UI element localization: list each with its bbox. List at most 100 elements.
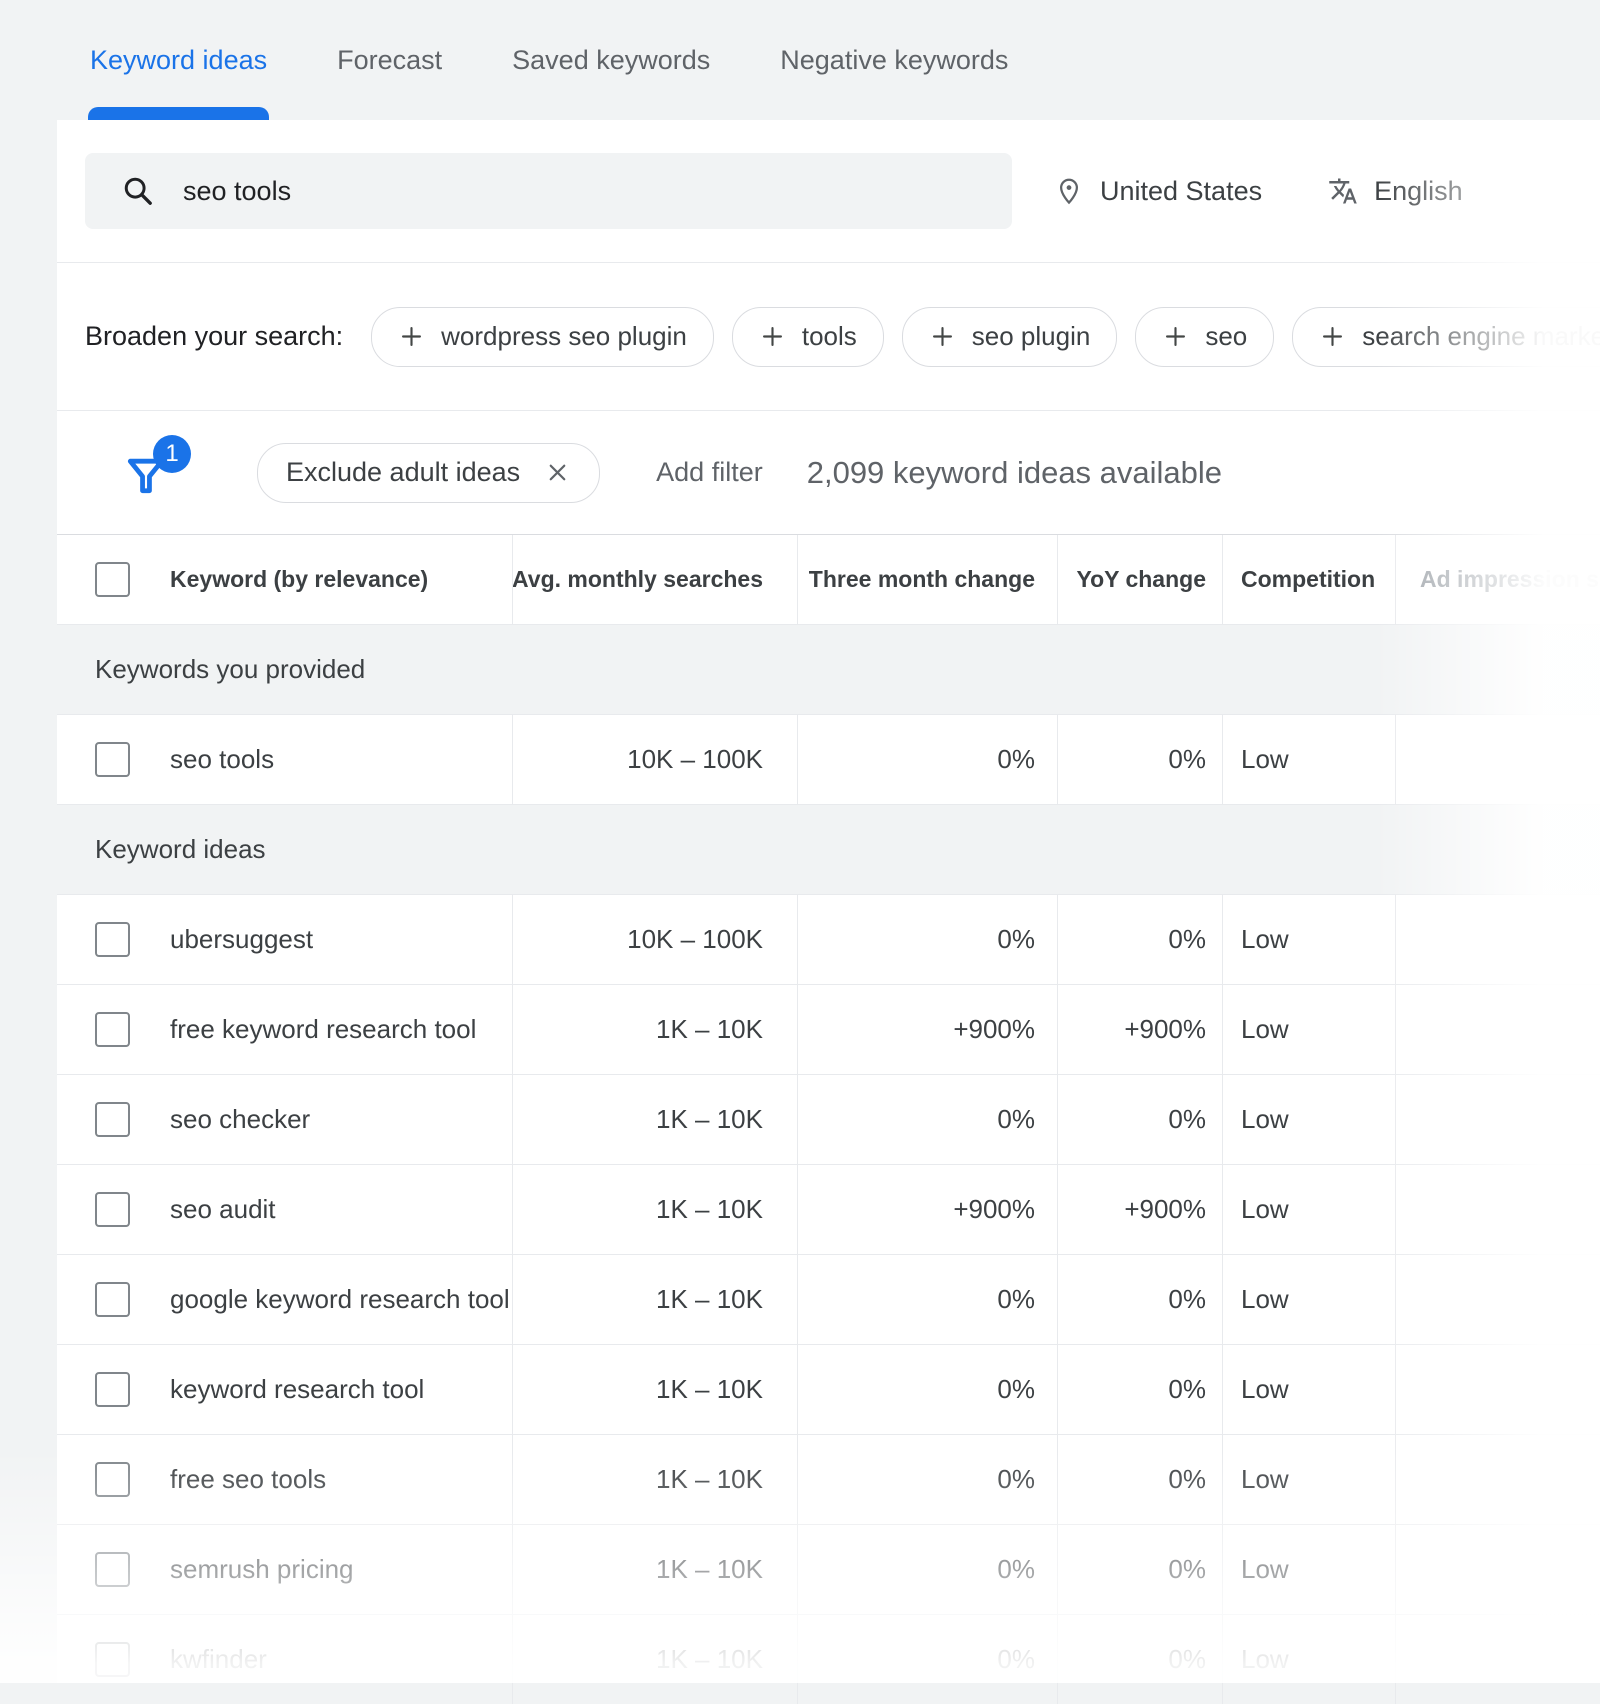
plus-icon [1323, 326, 1343, 347]
keyword-cell: free seo tools [57, 1435, 512, 1524]
three-month-change-cell: +900% [797, 1165, 1057, 1254]
row-checkbox[interactable] [95, 1102, 130, 1137]
competition-cell: Low [1222, 1075, 1395, 1164]
broaden-search-label: Broaden your search: [85, 321, 344, 351]
yoy-change-cell: 0% [1057, 1525, 1222, 1614]
keyword-cell: kwfinder [57, 1615, 512, 1704]
row-checkbox[interactable] [95, 922, 130, 957]
avg-monthly-searches-cell: 1K – 10K [512, 1165, 797, 1254]
keyword-cell: seo tools [57, 715, 512, 804]
avg-monthly-searches-cell: 1K – 10K [512, 1435, 797, 1524]
competition-cell: Low [1222, 1615, 1395, 1704]
three-month-change-cell: 0% [797, 1255, 1057, 1344]
row-checkbox[interactable] [95, 1282, 130, 1317]
three-month-change-cell: 0% [797, 1075, 1057, 1164]
keyword-cell: keyword research tool [57, 1345, 512, 1434]
row-checkbox[interactable] [95, 1012, 130, 1047]
competition-cell: Low [1222, 715, 1395, 804]
avg-monthly-searches-cell: 1K – 10K [512, 1255, 797, 1344]
keyword-column-header[interactable]: Keyword (by relevance) [57, 535, 512, 624]
chip-label: seo [1205, 321, 1248, 351]
search-query: seo tools [183, 175, 292, 206]
keyword-text: keyword research tool [170, 1374, 425, 1404]
row-checkbox[interactable] [95, 1462, 130, 1497]
keyword-text: seo checker [170, 1104, 311, 1134]
location-selector[interactable]: United States [1054, 176, 1262, 207]
table-row: seo tools 10K – 100K 0% 0% Low [57, 714, 1600, 804]
tab-label: Negative keywords [780, 44, 1009, 75]
ad-impression-share-cell [1395, 1525, 1600, 1614]
ad-impression-share-column-header[interactable]: Ad impression share [1395, 535, 1600, 624]
keyword-text: free seo tools [170, 1464, 327, 1494]
avg-monthly-searches-column-header[interactable]: Avg. monthly searches [512, 535, 797, 624]
avg-monthly-searches-cell: 1K – 10K [512, 1345, 797, 1434]
yoy-change-cell: 0% [1057, 715, 1222, 804]
tab-keyword-ideas[interactable]: Keyword ideas [87, 0, 270, 120]
row-checkbox[interactable] [95, 742, 130, 777]
keyword-cell: semrush pricing [57, 1525, 512, 1614]
competition-cell: Low [1222, 1255, 1395, 1344]
tab-negative-keywords[interactable]: Negative keywords [780, 0, 1008, 120]
active-filter-chip[interactable]: Exclude adult ideas [257, 442, 601, 503]
ad-impression-share-cell [1395, 1435, 1600, 1524]
tab-saved-keywords[interactable]: Saved keywords [512, 0, 710, 120]
table-row: free seo tools 1K – 10K 0% 0% Low [57, 1434, 1600, 1524]
keyword-cell: seo checker [57, 1075, 512, 1164]
filter-count-badge: 1 [153, 434, 191, 473]
ad-impression-share-cell [1395, 715, 1600, 804]
select-all-checkbox[interactable] [95, 562, 130, 597]
filter-button[interactable]: 1 [123, 434, 191, 498]
row-checkbox[interactable] [95, 1552, 130, 1587]
avg-monthly-searches-cell: 1K – 10K [512, 1075, 797, 1164]
competition-cell: Low [1222, 1525, 1395, 1614]
row-checkbox[interactable] [95, 1372, 130, 1407]
broaden-chip-search-engine-marketing[interactable]: search engine marketing [1292, 306, 1600, 367]
table-row: keyword research tool 1K – 10K 0% 0% Low [57, 1344, 1600, 1434]
table-row: ubersuggest 10K – 100K 0% 0% Low [57, 894, 1600, 984]
column-label: Keyword (by relevance) [170, 566, 429, 592]
row-checkbox[interactable] [95, 1192, 130, 1227]
yoy-change-cell: 0% [1057, 1075, 1222, 1164]
keyword-text: seo tools [170, 744, 275, 774]
results-summary: 2,099 keyword ideas available [806, 454, 1223, 490]
ad-impression-share-cell [1395, 1345, 1600, 1434]
competition-column-header[interactable]: Competition [1222, 535, 1395, 624]
competition-cell: Low [1222, 1345, 1395, 1434]
plus-icon [402, 326, 422, 347]
row-checkbox[interactable] [95, 1642, 130, 1677]
avg-monthly-searches-cell: 10K – 100K [512, 895, 797, 984]
chip-label: seo plugin [971, 321, 1091, 351]
tab-forecast[interactable]: Forecast [337, 0, 442, 120]
competition-cell: Low [1222, 985, 1395, 1074]
broaden-chip-tools[interactable]: tools [731, 306, 884, 367]
tab-label: Forecast [337, 44, 443, 75]
three-month-change-column-header[interactable]: Three month change [797, 535, 1057, 624]
broaden-chip-wordpress-seo-plugin[interactable]: wordpress seo plugin [371, 306, 714, 367]
tab-label: Keyword ideas [90, 44, 268, 75]
ad-impression-share-cell [1395, 1075, 1600, 1164]
language-selector[interactable]: English [1328, 176, 1463, 207]
keyword-text: google keyword research tool [170, 1284, 510, 1314]
competition-cell: Low [1222, 1435, 1395, 1524]
search-input[interactable]: seo tools [85, 153, 1012, 229]
chip-label: tools [801, 321, 857, 351]
competition-cell: Low [1222, 1165, 1395, 1254]
keyword-cell: seo audit [57, 1165, 512, 1254]
yoy-change-column-header[interactable]: YoY change [1057, 535, 1222, 624]
yoy-change-cell: +900% [1057, 985, 1222, 1074]
add-filter-button[interactable]: Add filter [656, 457, 763, 488]
yoy-change-cell: +900% [1057, 1165, 1222, 1254]
three-month-change-cell: 0% [797, 1435, 1057, 1524]
table-section-header: Keywords you provided [57, 624, 1600, 714]
broaden-chip-seo[interactable]: seo [1135, 306, 1275, 367]
ad-impression-share-cell [1395, 1165, 1600, 1254]
search-row: seo tools United States English [57, 120, 1600, 262]
three-month-change-cell: 0% [797, 1525, 1057, 1614]
table-section-header: Keyword ideas [57, 804, 1600, 894]
close-icon[interactable] [544, 459, 571, 486]
broaden-chip-seo-plugin[interactable]: seo plugin [901, 306, 1118, 367]
chip-label: search engine marketing [1362, 321, 1600, 351]
competition-cell: Low [1222, 895, 1395, 984]
ad-impression-share-cell [1395, 985, 1600, 1074]
three-month-change-cell: +900% [797, 985, 1057, 1074]
